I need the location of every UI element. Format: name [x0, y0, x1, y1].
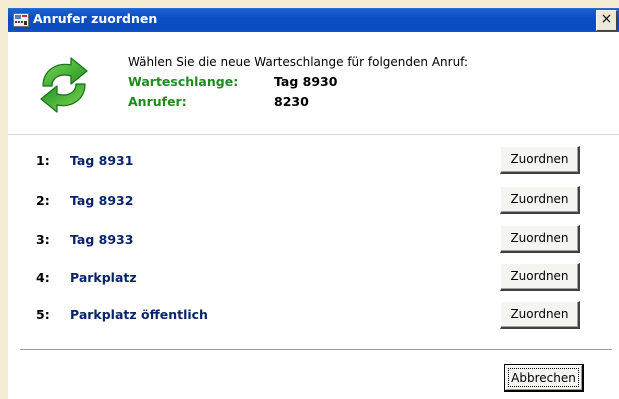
cancel-button-label: Abbrechen: [511, 370, 576, 385]
footer-divider-highlight: [20, 350, 612, 351]
close-button[interactable]: ×: [596, 10, 617, 31]
transfer-arrows-icon: [35, 56, 93, 114]
assign-button-4[interactable]: Zuordnen: [500, 263, 580, 291]
dialog-window: Anrufer zuordnen × Wählen Sie die neue W…: [8, 8, 619, 399]
queue-value: Tag 8930: [274, 74, 338, 89]
prompt-text: Wählen Sie die neue Warteschlange für fo…: [128, 55, 469, 69]
caller-label: Anrufer:: [128, 94, 187, 109]
queue-label: Warteschlange:: [128, 74, 239, 89]
queue-number: 2:: [36, 193, 50, 208]
title-bar[interactable]: Anrufer zuordnen ×: [8, 8, 619, 32]
assign-button-2[interactable]: Zuordnen: [500, 186, 580, 214]
queue-name: Tag 8933: [70, 232, 134, 247]
queue-name: Parkplatz: [70, 270, 137, 285]
caller-value: 8230: [274, 94, 309, 109]
queue-name: Tag 8932: [70, 193, 134, 208]
phone-app-icon: [13, 12, 29, 28]
queue-number: 5:: [36, 307, 50, 322]
queue-name: Tag 8931: [70, 153, 134, 168]
close-icon: ×: [600, 11, 613, 27]
queue-name: Parkplatz öffentlich: [70, 307, 208, 322]
queue-number: 4:: [36, 270, 50, 285]
queue-number: 3:: [36, 232, 50, 247]
assign-button-1[interactable]: Zuordnen: [500, 146, 580, 174]
cancel-button[interactable]: Abbrechen: [504, 364, 584, 392]
assign-button-3[interactable]: Zuordnen: [500, 225, 580, 253]
assign-button-5[interactable]: Zuordnen: [500, 301, 580, 329]
header-divider: [8, 134, 619, 135]
queue-number: 1:: [36, 153, 50, 168]
window-title: Anrufer zuordnen: [33, 11, 158, 26]
